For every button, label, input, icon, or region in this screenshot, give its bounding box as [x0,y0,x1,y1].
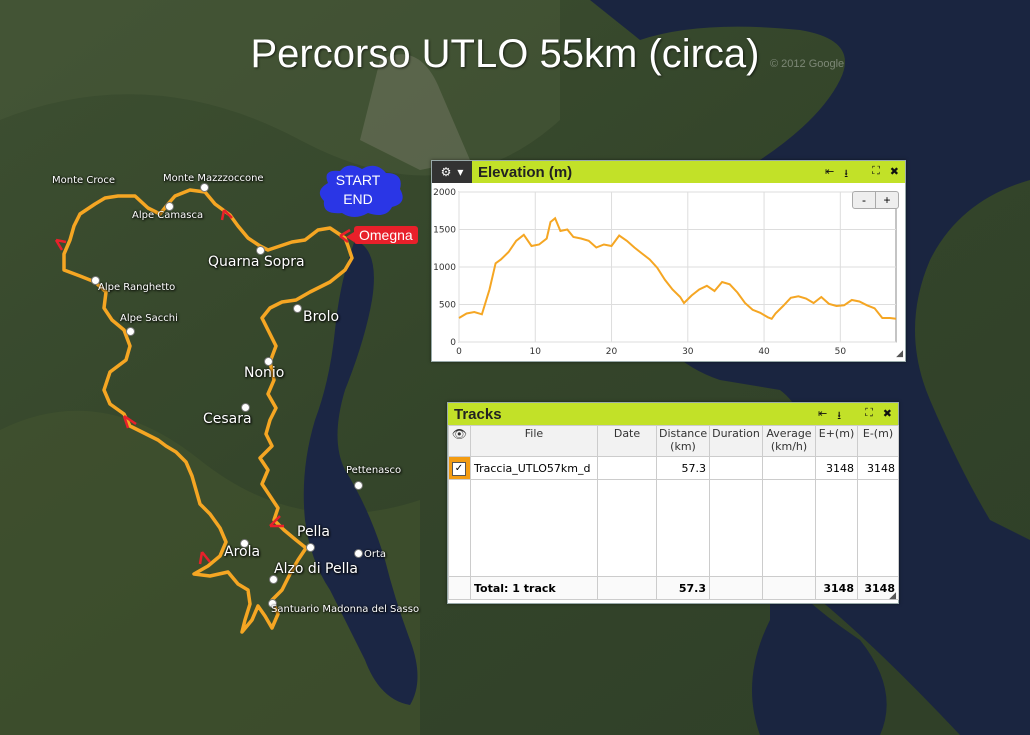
place-label: Quarna Sopra [208,254,305,270]
x-tick-label: 0 [456,347,462,357]
table-total-row: Total: 1 track 57.3 3148 3148 [448,576,899,600]
place-label: Orta [364,549,387,560]
column-header-file[interactable]: File [470,425,598,457]
zoom-controls: - + [852,191,899,209]
download-icon[interactable]: ⭳ [844,165,848,184]
zoom-in-button[interactable]: + [875,192,898,208]
download-icon[interactable]: ⭳ [837,407,841,426]
zoom-out-button[interactable]: - [853,192,875,208]
total-average-cell [762,576,816,600]
start-end-marker: START END [316,163,406,219]
track-distance-cell: 57.3 [656,456,710,480]
total-blank-cell [448,576,471,600]
total-label-cell: Total: 1 track [470,576,598,600]
place-dot[interactable] [200,183,209,192]
maximize-icon[interactable]: ⛶ [872,165,880,184]
place-label: Cesara [203,411,252,427]
column-header-duration[interactable]: Duration [709,425,763,457]
map-watermark: © 2012 Google [770,58,845,70]
x-tick-label: 40 [758,347,770,357]
y-tick-label: 2000 [433,188,456,198]
track-duration-cell [709,456,763,480]
start-label: START [335,172,381,188]
track-average-cell [762,456,816,480]
place-label: Santuario Madonna del Sasso [271,604,420,615]
place-label: Brolo [303,309,340,325]
map-title: Percorso UTLO 55km (circa) [250,32,760,76]
column-header-average[interactable]: Average (km/h) [762,425,816,457]
place-label: Arola [224,544,261,560]
tracks-panel-title: Tracks [454,405,502,423]
total-eplus-cell: 3148 [815,576,858,600]
maximize-icon[interactable]: ⛶ [865,407,873,426]
place-dot[interactable] [354,481,363,490]
caret-down-icon: ▾ [457,165,464,179]
place-label: Nonio [244,365,285,381]
place-dot[interactable] [126,327,135,336]
resize-handle-icon[interactable]: ◢ [889,590,896,601]
place-label: Alzo di Pella [274,561,358,577]
track-visibility-cell[interactable]: ✓ [448,456,471,480]
place-label: Pella [297,524,330,540]
total-distance-cell: 57.3 [656,576,710,600]
track-visibility-checkbox[interactable]: ✓ [452,461,466,476]
place-label: Monte Croce [52,175,115,186]
place-dot[interactable] [354,549,363,558]
tracks-table: 👁 File Date Distance (km) Duration Avera… [448,425,899,600]
track-date-cell [597,456,657,480]
visibility-column-header[interactable]: 👁 [448,425,471,457]
track-file-cell: Traccia_UTLO57km_d [470,456,598,480]
x-tick-label: 20 [606,347,618,357]
total-duration-cell [709,576,763,600]
y-tick-label: 1500 [433,226,456,236]
tracks-panel-header[interactable]: Tracks ⇤ ⭳ ⛶ ✖ [448,403,898,425]
place-dot[interactable] [293,304,302,313]
close-icon[interactable]: ✖ [883,407,892,426]
place-label: Monte Mazzzoccone [163,173,264,184]
omegna-marker: Omegna [346,226,418,244]
table-row[interactable]: ✓ Traccia_UTLO57km_d 57.3 3148 3148 [448,456,899,480]
total-date-cell [597,576,657,600]
place-label: Pettenasco [346,465,402,476]
elevation-chart[interactable]: 05001000150020000 10 20 30 40 50 [432,184,905,361]
elevation-panel[interactable]: ⚙ ▾ Elevation (m) ⇤ ⭳ ⛶ ✖ 0 500 1000 1500 200… [431,160,906,362]
end-label: END [343,191,373,207]
place-label: Alpe Sacchi [120,313,178,324]
elevation-panel-title: Elevation (m) [478,163,573,181]
eye-icon: 👁 [451,427,468,441]
collapse-left-icon[interactable]: ⇤ [818,407,827,426]
collapse-left-icon[interactable]: ⇤ [825,165,834,184]
elevation-panel-header[interactable]: ⚙ ▾ Elevation (m) ⇤ ⭳ ⛶ ✖ [432,161,905,183]
table-header-row: 👁 File Date Distance (km) Duration Avera… [448,425,899,457]
column-header-eminus[interactable]: E-(m) [857,425,899,457]
track-eplus-cell: 3148 [815,456,858,480]
place-label: Alpe Ranghetto [98,282,176,293]
x-tick-label: 30 [682,347,694,357]
place-dot[interactable] [306,543,315,552]
x-tick-label: 50 [835,347,847,357]
resize-handle-icon[interactable]: ◢ [896,348,903,359]
table-empty-area [448,479,899,577]
track-eminus-cell: 3148 [857,456,899,480]
gear-menu-button[interactable]: ⚙ ▾ [432,161,472,183]
gear-icon: ⚙ [440,165,452,179]
column-header-distance[interactable]: Distance (km) [656,425,710,457]
tracks-panel[interactable]: Tracks ⇤ ⭳ ⛶ ✖ 👁 File Date Distance (km)… [447,402,899,604]
close-icon[interactable]: ✖ [890,165,899,184]
satellite-map[interactable] [0,0,1030,735]
y-tick-label: 1000 [433,263,456,273]
column-header-eplus[interactable]: E+(m) [815,425,858,457]
place-label: Alpe Camasca [132,210,204,221]
column-header-date[interactable]: Date [597,425,657,457]
x-tick-label: 10 [530,347,542,357]
y-tick-label: 500 [439,301,456,311]
